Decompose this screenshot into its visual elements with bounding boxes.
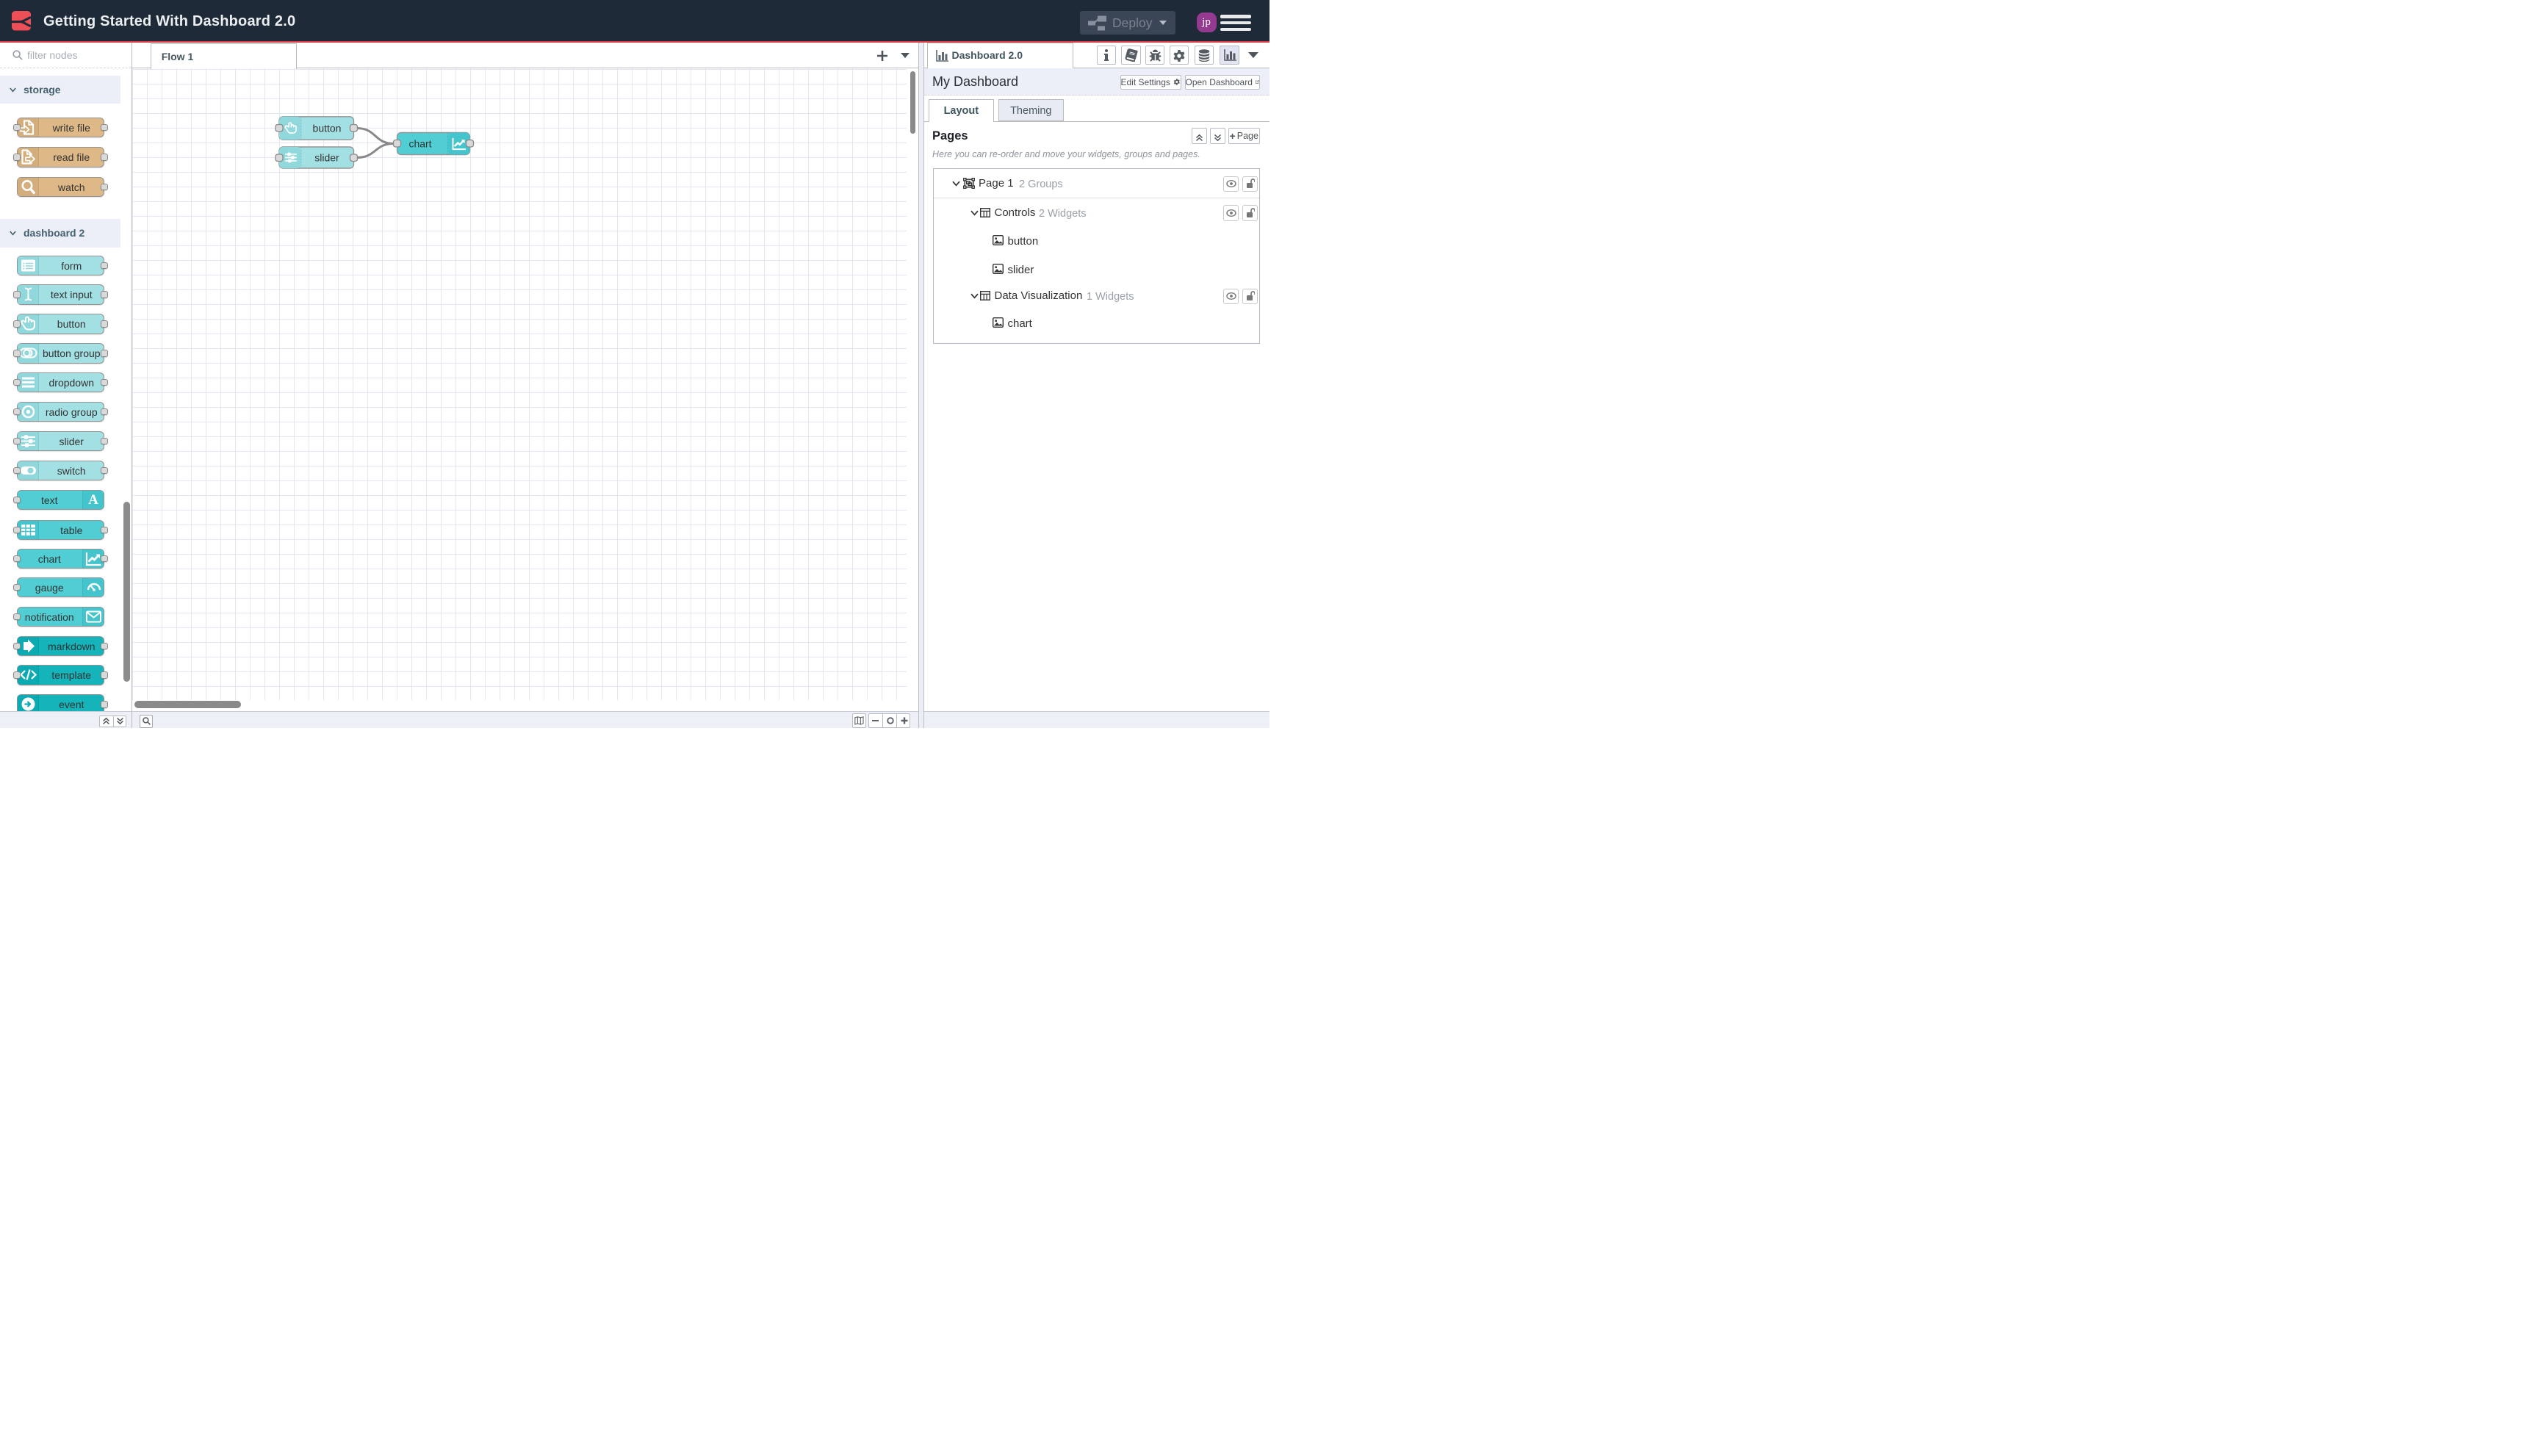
svg-text:chart: chart (408, 138, 431, 150)
svg-text:button: button (313, 122, 342, 134)
svg-text:slider: slider (314, 152, 339, 164)
